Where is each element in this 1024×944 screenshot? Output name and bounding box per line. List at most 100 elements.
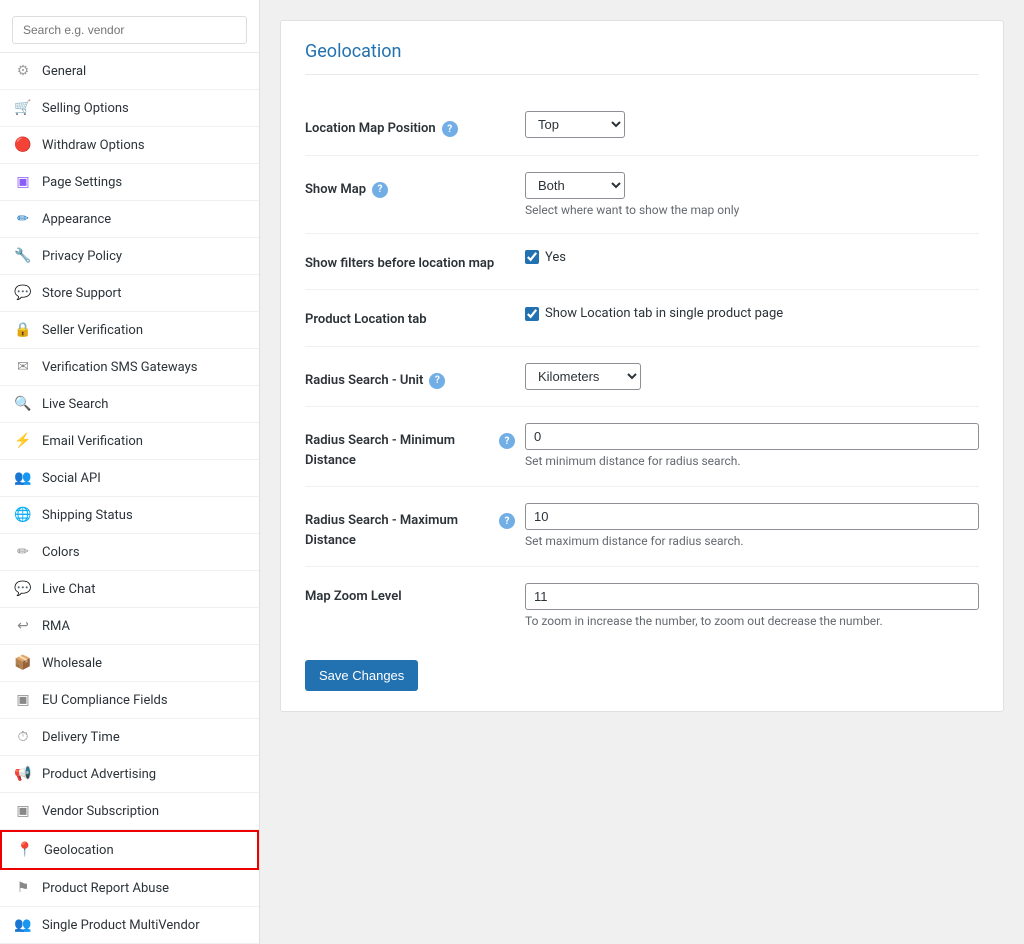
- sidebar-item-product-report-abuse[interactable]: ⚑Product Report Abuse: [0, 870, 259, 907]
- sidebar-item-privacy-policy[interactable]: 🔧Privacy Policy: [0, 238, 259, 275]
- icon-geolocation: 📍: [16, 841, 34, 859]
- sidebar-item-geolocation[interactable]: 📍 Geolocation: [0, 830, 259, 870]
- hint-radius-min: Set minimum distance for radius search.: [525, 454, 979, 468]
- sidebar-item-verification-sms[interactable]: ✉ Verification SMS Gateways: [0, 349, 259, 386]
- sidebar-label-product-report-abuse: Product Report Abuse: [42, 881, 169, 896]
- save-changes-button[interactable]: Save Changes: [305, 660, 418, 691]
- label-product-location-cb: Show Location tab in single product page: [545, 306, 783, 321]
- sidebar-label-vendor-subscription: Vendor Subscription: [42, 804, 159, 819]
- sidebar-item-store-support[interactable]: 💬 Store Support: [0, 275, 259, 312]
- sidebar-label-social-api: Social API: [42, 471, 101, 486]
- main-content: Geolocation Location Map Position ? Top …: [260, 0, 1024, 944]
- select-location-map-position[interactable]: Top Bottom Left Right: [525, 111, 625, 138]
- sidebar-item-shipping-status[interactable]: 🌐 Shipping Status: [0, 497, 259, 534]
- sidebar-label-email-verification: Email Verification: [42, 434, 143, 449]
- sidebar-item-general[interactable]: ⚙General: [0, 53, 259, 90]
- sidebar-label-delivery-time: Delivery Time: [42, 730, 120, 745]
- sidebar-item-eu-compliance[interactable]: ▣ EU Compliance Fields: [0, 682, 259, 719]
- icon-eu-compliance: ▣: [14, 691, 32, 709]
- icon-rma: ↩: [14, 617, 32, 635]
- label-show-filters-cb: Yes: [545, 250, 566, 265]
- sidebar-item-selling-options[interactable]: 🛒 Selling Options: [0, 90, 259, 127]
- input-radius-max[interactable]: [525, 503, 979, 530]
- sidebar-label-shipping-status: Shipping Status: [42, 508, 133, 523]
- control-radius-max: Set maximum distance for radius search.: [525, 503, 979, 548]
- sidebar-label-selling-options: Selling Options: [42, 101, 129, 116]
- sidebar-label-geolocation: Geolocation: [44, 843, 114, 858]
- sidebar-label-page-settings: Page Settings: [42, 175, 122, 190]
- label-map-zoom: Map Zoom Level: [305, 583, 525, 607]
- sidebar-item-social-api[interactable]: 👥 Social API: [0, 460, 259, 497]
- sidebar-item-seller-verification[interactable]: 🔒Seller Verification: [0, 312, 259, 349]
- help-icon-radius-min[interactable]: ?: [499, 433, 515, 449]
- hint-map-zoom: To zoom in increase the number, to zoom …: [525, 614, 979, 628]
- sidebar-label-seller-verification: Seller Verification: [42, 323, 143, 338]
- label-show-map: Show Map ?: [305, 172, 525, 200]
- page-title: Geolocation: [305, 41, 979, 75]
- icon-store-support: 💬: [14, 284, 32, 302]
- label-show-filters: Show filters before location map: [305, 250, 525, 274]
- checkbox-show-filters[interactable]: [525, 250, 539, 264]
- sidebar-item-colors[interactable]: ✏ Colors: [0, 534, 259, 571]
- hint-radius-max: Set maximum distance for radius search.: [525, 534, 979, 548]
- control-show-filters: Yes: [525, 250, 979, 265]
- help-icon-radius-unit[interactable]: ?: [429, 373, 445, 389]
- control-product-location-tab: Show Location tab in single product page: [525, 306, 979, 321]
- checkbox-product-location-tab[interactable]: [525, 307, 539, 321]
- sidebar-item-live-chat[interactable]: 💬Live Chat: [0, 571, 259, 608]
- sidebar-item-live-search[interactable]: 🔍Live Search: [0, 386, 259, 423]
- icon-colors: ✏: [14, 543, 32, 561]
- sidebar-label-single-product-multivendor: Single Product MultiVendor: [42, 918, 200, 933]
- icon-shipping-status: 🌐: [14, 506, 32, 524]
- sidebar-item-product-advertising[interactable]: 📢Product Advertising: [0, 756, 259, 793]
- icon-appearance: ✏: [14, 210, 32, 228]
- icon-withdraw-options: 🔴: [14, 136, 32, 154]
- sidebar-item-appearance[interactable]: ✏ Appearance: [0, 201, 259, 238]
- sidebar-label-appearance: Appearance: [42, 212, 111, 227]
- icon-verification-sms: ✉: [14, 358, 32, 376]
- icon-delivery-time: ⏱: [14, 728, 32, 746]
- label-product-location-tab: Product Location tab: [305, 306, 525, 330]
- control-map-zoom: To zoom in increase the number, to zoom …: [525, 583, 979, 628]
- sidebar-item-rma[interactable]: ↩ RMA: [0, 608, 259, 645]
- sidebar-item-page-settings[interactable]: ▣Page Settings: [0, 164, 259, 201]
- field-radius-min: Radius Search - Minimum Distance ? Set m…: [305, 407, 979, 487]
- sidebar-label-withdraw-options: Withdraw Options: [42, 138, 145, 153]
- sidebar-item-delivery-time[interactable]: ⏱ Delivery Time: [0, 719, 259, 756]
- label-radius-search-unit: Radius Search - Unit ?: [305, 363, 525, 391]
- sidebar-label-eu-compliance: EU Compliance Fields: [42, 693, 168, 708]
- select-show-map[interactable]: Both Single Archive None: [525, 172, 625, 199]
- select-radius-search-unit[interactable]: Kilometers Miles: [525, 363, 641, 390]
- control-location-map-position: Top Bottom Left Right: [525, 111, 979, 138]
- sidebar-label-store-support: Store Support: [42, 286, 122, 301]
- input-map-zoom[interactable]: [525, 583, 979, 610]
- label-location-map-position: Location Map Position ?: [305, 111, 525, 139]
- sidebar-label-colors: Colors: [42, 545, 80, 560]
- icon-product-advertising: 📢: [14, 765, 32, 783]
- sidebar-label-live-search: Live Search: [42, 397, 108, 412]
- field-map-zoom: Map Zoom Level To zoom in increase the n…: [305, 567, 979, 644]
- field-location-map-position: Location Map Position ? Top Bottom Left …: [305, 95, 979, 156]
- icon-wholesale: 📦: [14, 654, 32, 672]
- sidebar-label-wholesale: Wholesale: [42, 656, 102, 671]
- field-show-filters: Show filters before location map Yes: [305, 234, 979, 291]
- sidebar-item-email-verification[interactable]: ⚡Email Verification: [0, 423, 259, 460]
- icon-social-api: 👥: [14, 469, 32, 487]
- field-radius-max: Radius Search - Maximum Distance ? Set m…: [305, 487, 979, 567]
- sidebar-search-container: [0, 8, 259, 53]
- help-icon-radius-max[interactable]: ?: [499, 513, 515, 529]
- sidebar-search-input[interactable]: [12, 16, 247, 44]
- sidebar-item-single-product-multivendor[interactable]: 👥Single Product MultiVendor: [0, 907, 259, 944]
- help-icon-location-map[interactable]: ?: [442, 121, 458, 137]
- sidebar-item-vendor-subscription[interactable]: ▣Vendor Subscription: [0, 793, 259, 830]
- field-product-location-tab: Product Location tab Show Location tab i…: [305, 290, 979, 347]
- sidebar-label-verification-sms: Verification SMS Gateways: [42, 360, 197, 375]
- control-show-map: Both Single Archive None Select where wa…: [525, 172, 979, 217]
- sidebar-label-rma: RMA: [42, 619, 70, 634]
- icon-selling-options: 🛒: [14, 99, 32, 117]
- sidebar-item-withdraw-options[interactable]: 🔴 Withdraw Options: [0, 127, 259, 164]
- help-icon-show-map[interactable]: ?: [372, 182, 388, 198]
- sidebar-item-wholesale[interactable]: 📦 Wholesale: [0, 645, 259, 682]
- sidebar-label-live-chat: Live Chat: [42, 582, 95, 597]
- input-radius-min[interactable]: [525, 423, 979, 450]
